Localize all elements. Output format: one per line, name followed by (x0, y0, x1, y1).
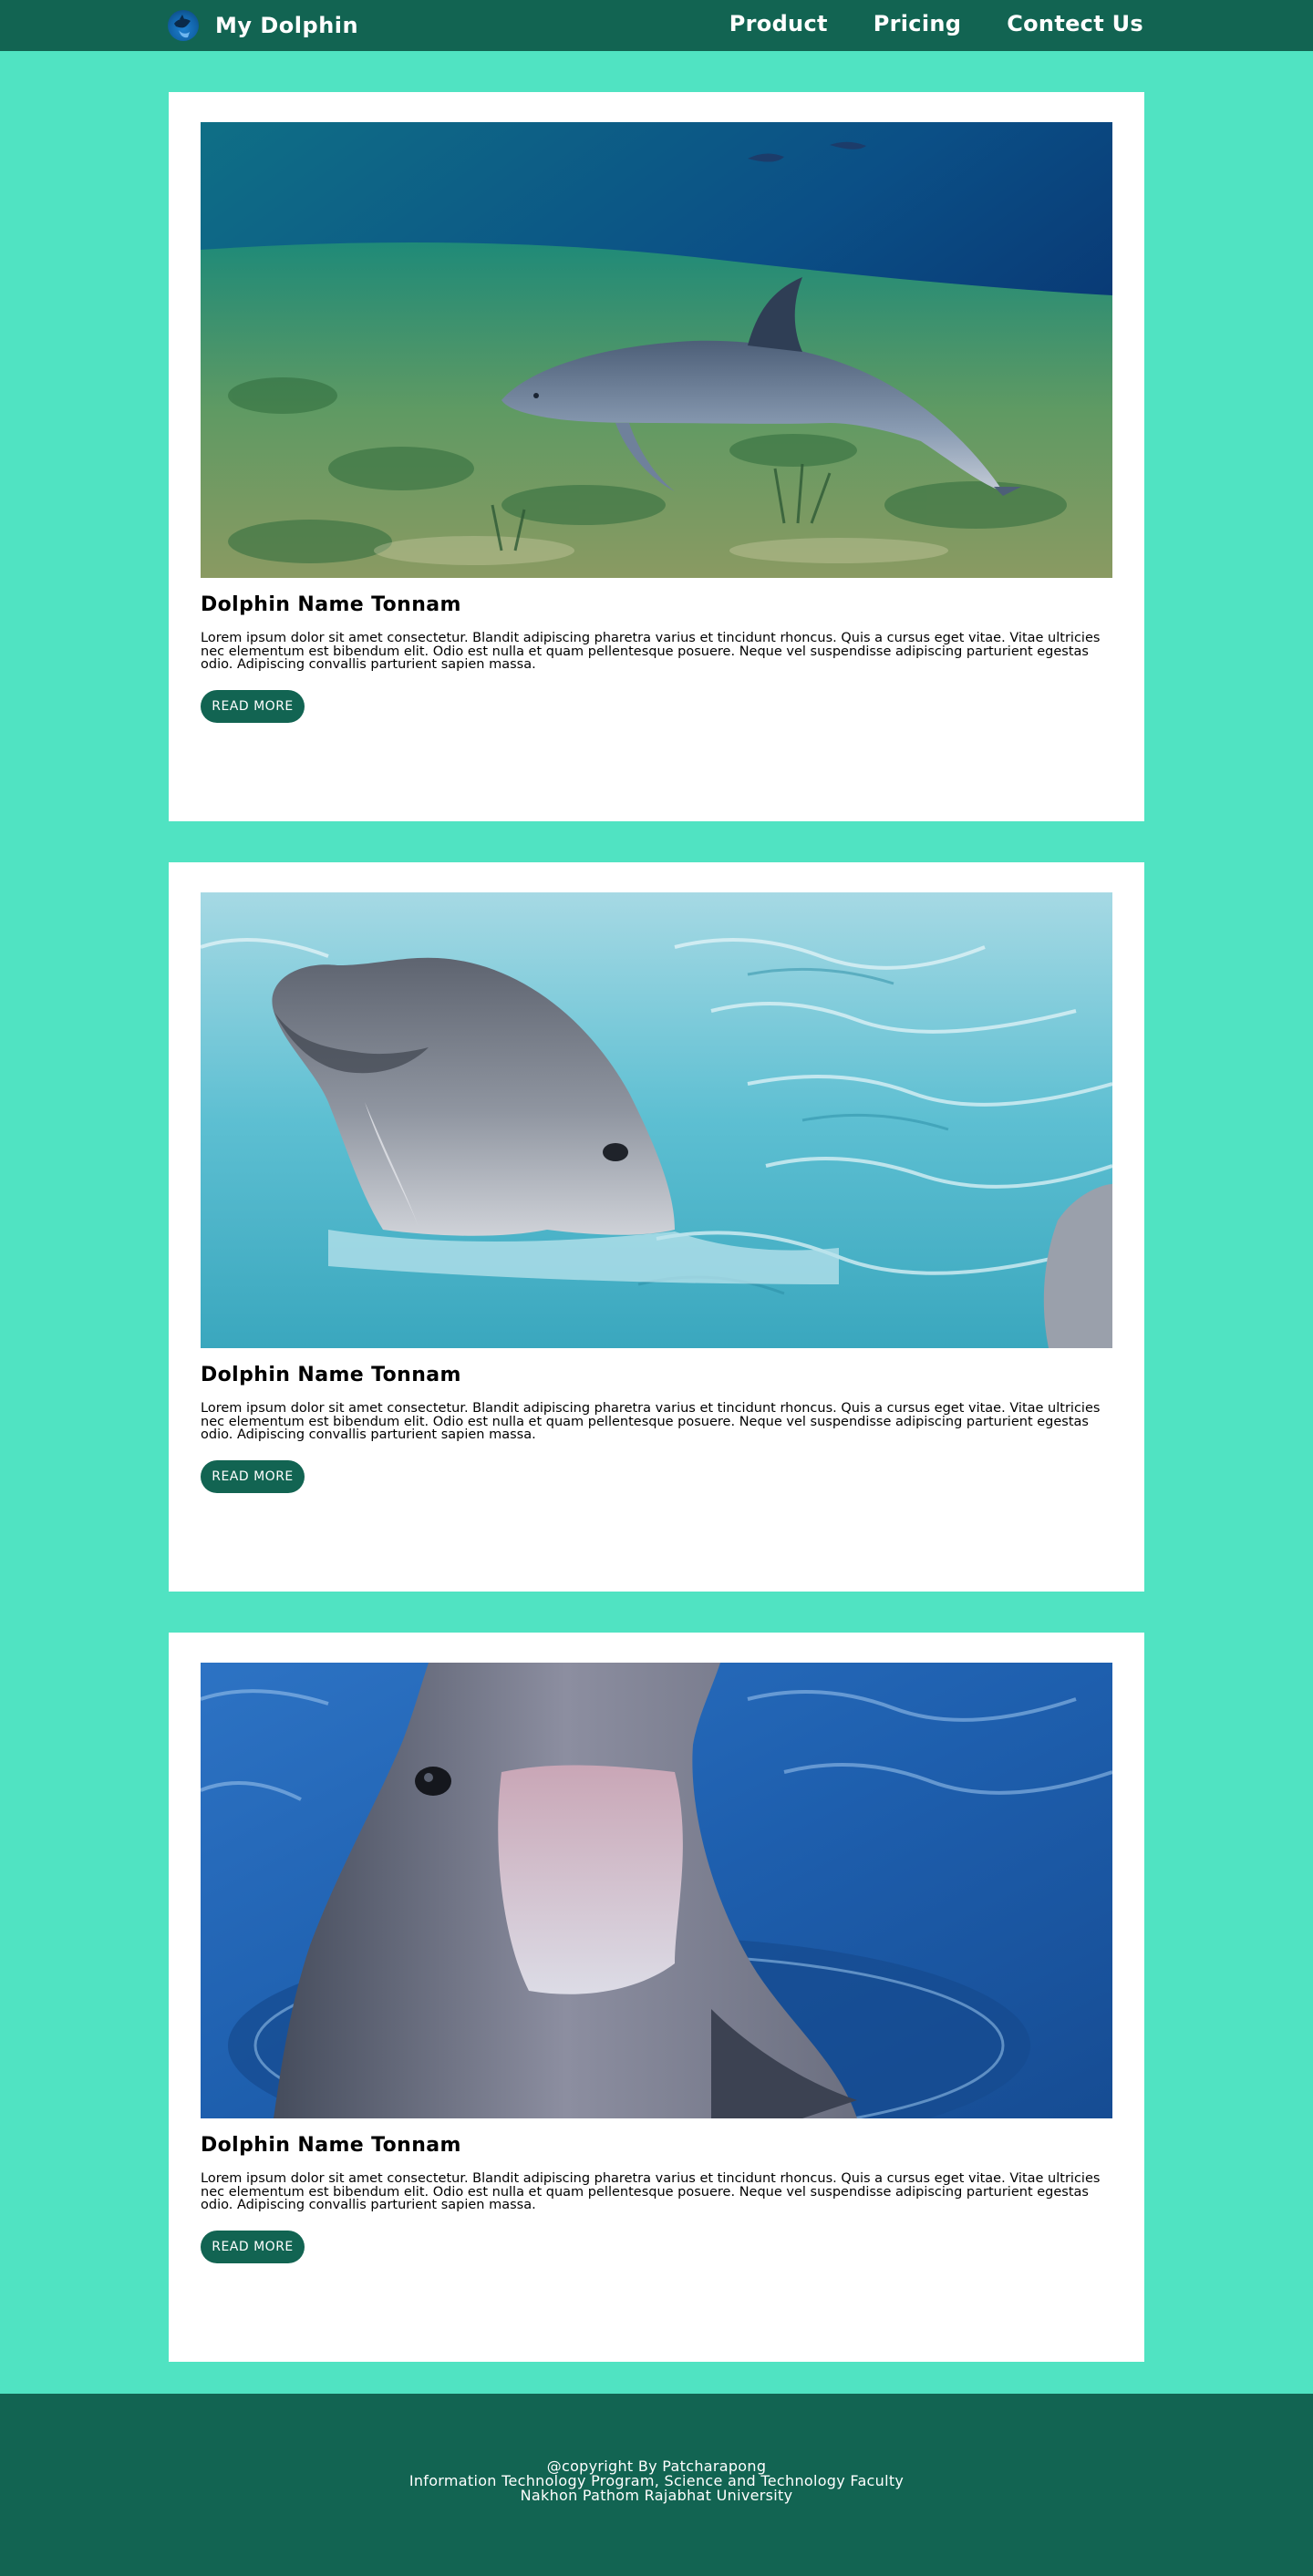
footer-university: Nakhon Pathom Rajabhat University (520, 2487, 793, 2504)
card-description: Lorem ipsum dolor sit amet consectetur. … (201, 1401, 1101, 1442)
dolphin-card: Dolphin Name Tonnam Lorem ipsum dolor si… (169, 1633, 1144, 2362)
top-navbar: My Dolphin Product Pricing Contect Us (0, 0, 1313, 51)
card-description: Lorem ipsum dolor sit amet consectetur. … (201, 631, 1101, 672)
read-more-button[interactable]: READ MORE (201, 2231, 305, 2263)
dolphin-logo-icon (168, 10, 199, 41)
dolphin-card: Dolphin Name Tonnam Lorem ipsum dolor si… (169, 862, 1144, 1592)
card-title: Dolphin Name Tonnam (201, 593, 461, 616)
nav-pricing-link[interactable]: Pricing (874, 11, 961, 36)
brand-name: My Dolphin (215, 13, 359, 38)
dolphin-photo (201, 1663, 1112, 2118)
dolphin-photo (201, 892, 1112, 1348)
nav-contact-link[interactable]: Contect Us (1007, 11, 1143, 36)
footer-text: @copyright By Patcharapong Information T… (0, 2459, 1313, 2503)
main-nav: Product Pricing Contect Us (729, 11, 1143, 36)
read-more-button[interactable]: READ MORE (201, 1460, 305, 1493)
card-title: Dolphin Name Tonnam (201, 2134, 461, 2157)
dolphin-photo (201, 122, 1112, 578)
footer: @copyright By Patcharapong Information T… (0, 2394, 1313, 2576)
card-title: Dolphin Name Tonnam (201, 1364, 461, 1386)
read-more-button[interactable]: READ MORE (201, 690, 305, 723)
dolphin-card: Dolphin Name Tonnam Lorem ipsum dolor si… (169, 92, 1144, 821)
brand[interactable]: My Dolphin (168, 9, 358, 42)
nav-product-link[interactable]: Product (729, 11, 828, 36)
card-description: Lorem ipsum dolor sit amet consectetur. … (201, 2171, 1101, 2212)
